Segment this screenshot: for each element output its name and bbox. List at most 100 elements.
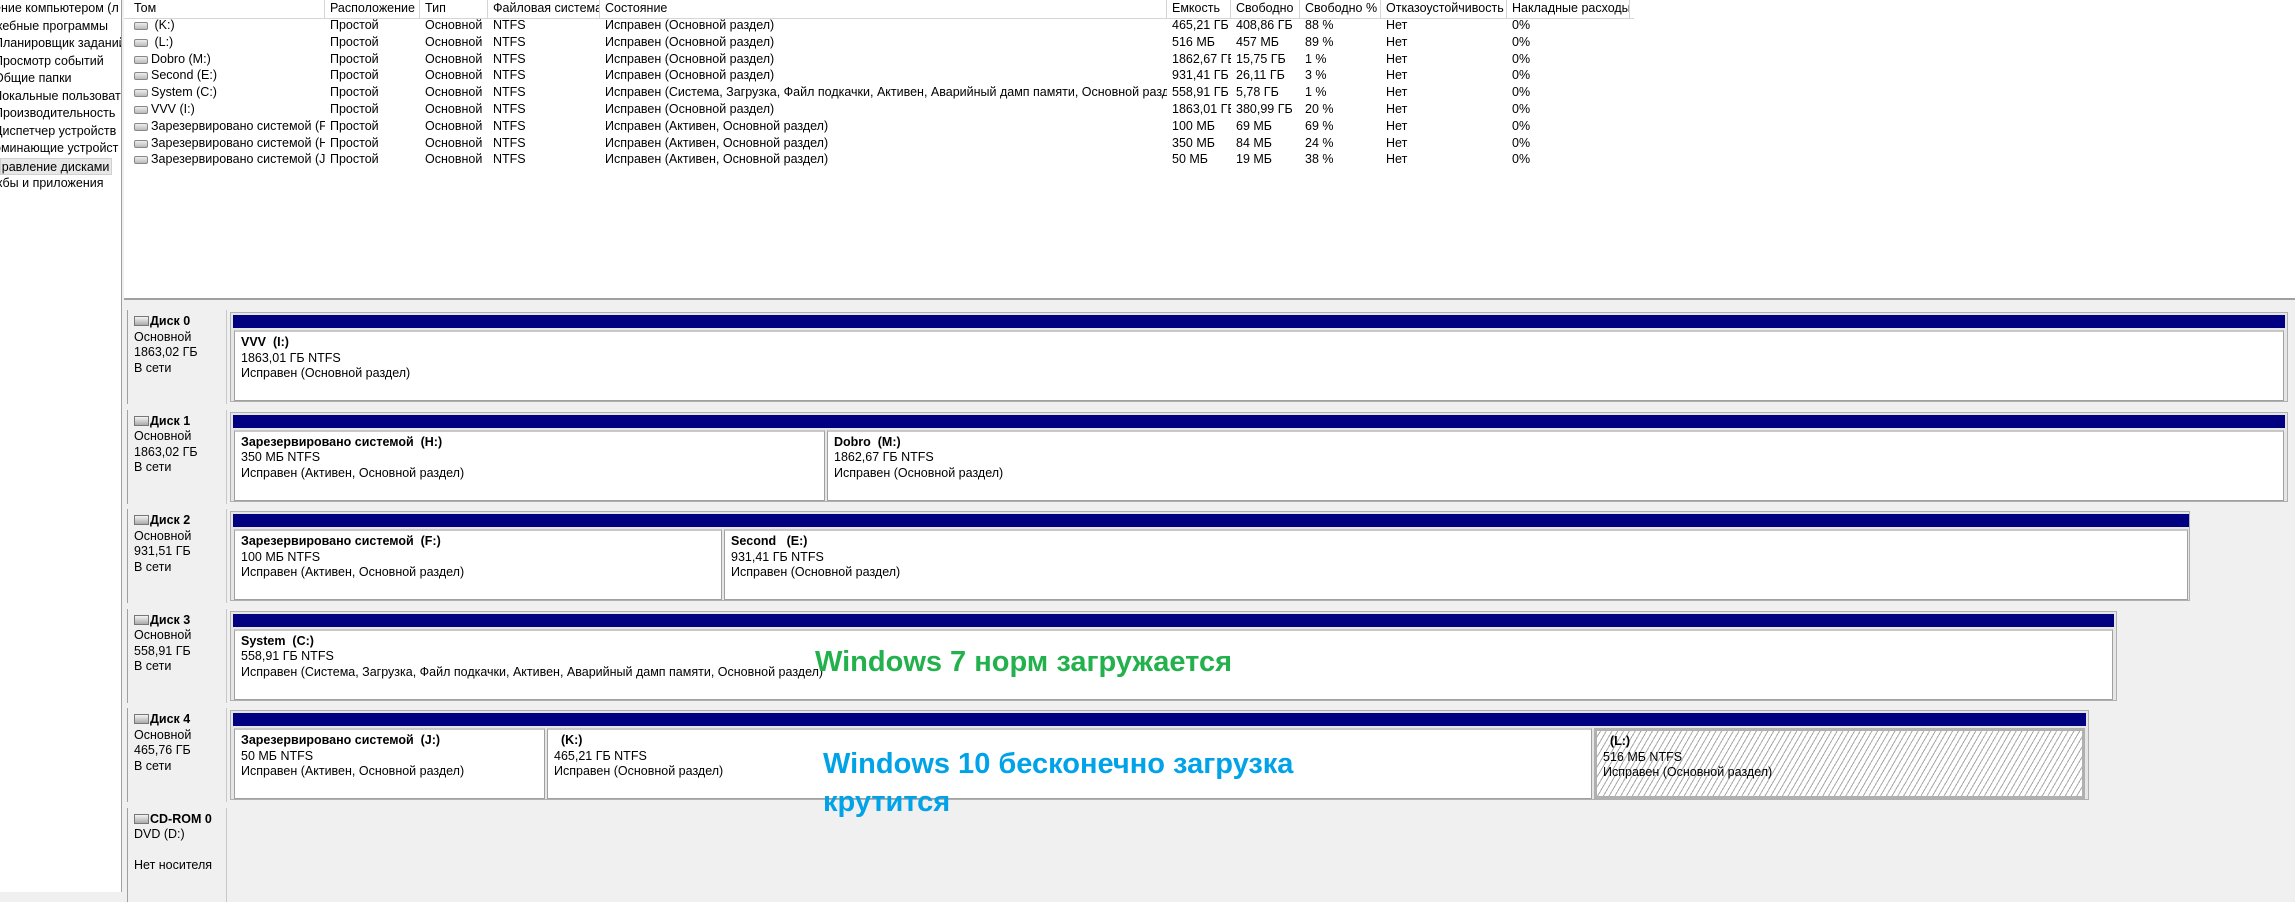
table-cell: Исправен (Активен, Основной раздел)	[600, 135, 1167, 152]
partition[interactable]: VVV (I:) 1863,01 ГБ NTFS Исправен (Основно…	[233, 315, 2285, 401]
cell-text: Исправен (Основной раздел)	[605, 34, 775, 49]
table-row[interactable]: (K:) Простой Основной NTFS Исправен (Основно…	[124, 17, 1634, 34]
cell-text: Простой	[330, 118, 379, 133]
table-cell: Исправен (Основной раздел)	[600, 51, 1167, 68]
table-cell: 0%	[1507, 51, 1630, 68]
cell-text: 26,11 ГБ	[1236, 68, 1285, 83]
partition-box[interactable]: Зарезервировано системой (H:) 350 МБ NTFS…	[234, 429, 825, 501]
cell-text: Исправен (Основной раздел)	[605, 18, 775, 32]
disk-icon	[134, 714, 149, 724]
table-cell: 1 %	[1300, 84, 1381, 101]
table-cell: 558,91 ГБ	[1167, 84, 1231, 101]
partition-box[interactable]: Second (E:) 931,41 ГБ NTFS Исправен (Основ…	[724, 529, 2188, 600]
table-cell: 88 %	[1300, 17, 1381, 34]
tree-item[interactable]: правление дисками	[0, 157, 112, 175]
disk-row[interactable]: Диск 2 Основной 931,51 ГБ В сети Зарезервиро…	[124, 509, 2295, 603]
table-cell: 350 МБ	[1167, 135, 1231, 152]
table-cell: 38 %	[1300, 151, 1381, 168]
partition[interactable]: (L:) 516 МБ NTFS Исправен (Основной раздел…	[1593, 713, 2086, 799]
partition-bar	[546, 713, 1593, 726]
table-row[interactable]: System (C:) Простой Основной NTFS Исправен (…	[124, 84, 1634, 101]
cell-text: NTFS	[493, 68, 526, 83]
partition-status: Исправен (Основной раздел)	[731, 565, 901, 579]
tree-item[interactable]: оминающие устройст	[0, 140, 121, 157]
tree-item[interactable]: жебные программы	[0, 18, 121, 35]
table-row[interactable]: Зарезервировано системой (F:) Простой Осно…	[124, 118, 1634, 135]
tree-item[interactable]: ение компьютером (л	[0, 0, 121, 17]
partition-size: 516 МБ NTFS	[1603, 749, 1683, 764]
partition[interactable]: Зарезервировано системой (H:) 350 МБ NTFS…	[233, 414, 826, 501]
disk-name-text: Диск 0	[150, 314, 191, 328]
cell-text: NTFS	[493, 102, 526, 116]
cell-text: Простой	[330, 152, 379, 167]
disk-name: CD-ROM 0	[134, 812, 226, 828]
disk-size	[134, 843, 226, 859]
tree-item[interactable]: Локальные пользовате	[0, 88, 121, 105]
cell-text: 350 МБ	[1172, 135, 1215, 150]
cell-text: (L:)	[151, 34, 174, 49]
table-cell: (K:)	[129, 17, 325, 34]
disk-row[interactable]: Диск 0 Основной 1863,02 ГБ В сети VVV (I:) 18…	[124, 310, 2295, 404]
table-row[interactable]: VVV (I:) Простой Основной NTFS Исправен (Осн…	[124, 101, 1634, 118]
disk-name: Диск 2	[134, 513, 226, 529]
cell-text: 380,99 ГБ	[1236, 102, 1293, 116]
table-cell: Исправен (Основной раздел)	[600, 17, 1167, 34]
volume-list[interactable]: Том Расположение Тип Файловая система Состоя…	[124, 0, 2295, 300]
table-row[interactable]: Зарезервировано системой (H:) Простой Осно…	[124, 135, 1634, 152]
table-cell: 24 %	[1300, 135, 1381, 152]
partition-name: Dobro (M:)	[834, 434, 901, 449]
partition-box[interactable]: VVV (I:) 1863,01 ГБ NTFS Исправен (Основно…	[234, 330, 2284, 401]
partition[interactable]: Second (E:) 931,41 ГБ NTFS Исправен (Основ…	[723, 514, 2189, 600]
partition-name: Зарезервировано системой (F:)	[241, 534, 441, 548]
partition-status: Исправен (Основной раздел)	[834, 465, 1004, 480]
tree-item[interactable]: Производительность	[0, 105, 121, 122]
cell-text: 0%	[1512, 85, 1531, 100]
disk-type: Основной	[134, 628, 192, 642]
disk-status: В сети	[134, 559, 172, 574]
disk-status: В сети	[134, 659, 172, 673]
table-row[interactable]: (L:) Простой Основной NTFS Исправен (Основно…	[124, 34, 1634, 51]
partition[interactable]: Dobro (M:) 1862,67 ГБ NTFS Исправен (Основ…	[826, 414, 2285, 501]
cell-text: Простой	[330, 51, 379, 66]
navigation-tree[interactable]: ение компьютером (л жебные программы Плани…	[0, 0, 122, 892]
cell-text: 0%	[1512, 118, 1531, 133]
cell-text: Основной	[425, 152, 483, 167]
tree-item[interactable]: Диспетчер устройств	[0, 123, 121, 140]
tree-item[interactable]: Общие папки	[0, 70, 121, 87]
tree-item[interactable]: Планировщик заданий	[0, 35, 121, 52]
cell-text: 0%	[1512, 68, 1531, 83]
table-cell: Нет	[1381, 118, 1507, 135]
cell-text: 1863,01 ГБ	[1172, 102, 1231, 116]
partition[interactable]: Зарезервировано системой (F:) 100 МБ NTFS…	[233, 514, 723, 600]
table-cell: 931,41 ГБ	[1167, 67, 1231, 84]
table-cell: NTFS	[488, 118, 600, 135]
partition-box[interactable]: Dobro (M:) 1862,67 ГБ NTFS Исправен (Основ…	[827, 429, 2284, 501]
table-row[interactable]: Зарезервировано системой (J:) Простой Осно…	[124, 151, 1634, 168]
disk-name: Диск 0	[134, 314, 226, 330]
table-cell: 89 %	[1300, 34, 1381, 51]
disk-row[interactable]: CD-ROM 0 DVD (D:) Нет носителя	[124, 807, 2295, 902]
cell-text: Основной	[425, 118, 483, 133]
disk-type: DVD (D:)	[134, 827, 185, 841]
table-row[interactable]: Dobro (M:) Простой Основной NTFS Исправен (О…	[124, 51, 1634, 68]
partition[interactable]: Зарезервировано системой (J:) 50 МБ NTFS И…	[233, 713, 546, 799]
table-cell: Исправен (Основной раздел)	[600, 34, 1167, 51]
partition-box[interactable]: Зарезервировано системой (F:) 100 МБ NTFS…	[234, 529, 722, 600]
table-cell: NTFS	[488, 151, 600, 168]
disk-icon	[134, 316, 149, 326]
disk-row[interactable]: Диск 1 Основной 1863,02 ГБ В сети Зарезервир…	[124, 409, 2295, 504]
disk-name-text: CD-ROM 0	[150, 811, 212, 826]
tree-item[interactable]: Просмотр событий	[0, 53, 121, 70]
tree-item[interactable]: жбы и приложения	[0, 175, 121, 192]
table-cell: 0%	[1507, 151, 1630, 168]
table-cell: Основной	[420, 101, 488, 118]
table-cell: Нет	[1381, 101, 1507, 118]
disk-name: Диск 4	[134, 712, 226, 728]
table-cell: 408,86 ГБ	[1231, 17, 1300, 34]
table-cell: 0%	[1507, 101, 1630, 118]
partition-box[interactable]: (L:) 516 МБ NTFS Исправен (Основной раздел…	[1594, 728, 2085, 799]
disk-size: 465,76 ГБ	[134, 743, 191, 757]
table-row[interactable]: Second (E:) Простой Основной NTFS Исправен (…	[124, 67, 1634, 84]
partition-box[interactable]: Зарезервировано системой (J:) 50 МБ NTFS И…	[234, 728, 545, 799]
cell-text: Основной	[425, 51, 483, 66]
